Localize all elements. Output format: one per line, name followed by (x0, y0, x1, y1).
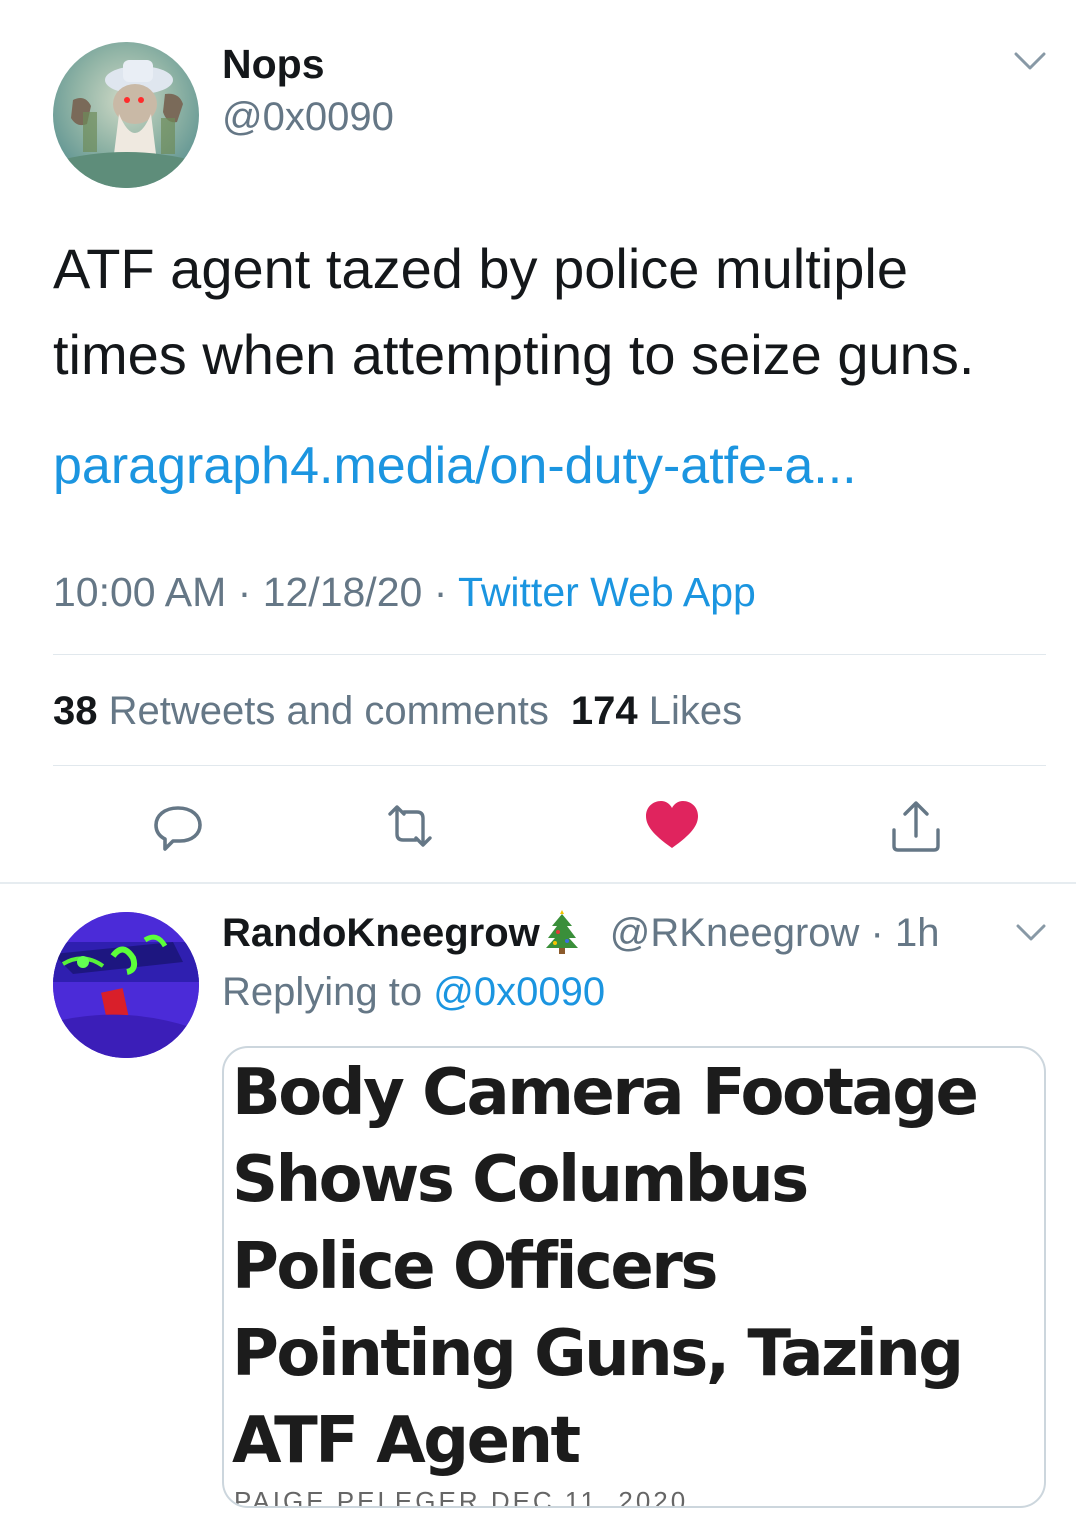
avatar-image (53, 60, 199, 188)
retweets-stat[interactable]: 38 Retweets and comments (53, 689, 549, 733)
tweet-text-line: ATF agent tazed by police multiple (53, 237, 908, 300)
meta-separator: · (237, 569, 252, 615)
reply-time: · 1h (870, 911, 940, 955)
retweet-icon[interactable] (380, 796, 440, 856)
christmas-tree-icon (542, 910, 582, 954)
author-name[interactable]: Nops (222, 40, 325, 88)
divider (53, 654, 1046, 655)
replying-to-mention[interactable]: @0x0090 (433, 970, 605, 1014)
avatar-image (53, 912, 199, 1058)
more-options-icon[interactable] (1010, 46, 1050, 76)
tweet-meta: 10:00 AM · 12/18/20 · Twitter Web App (53, 567, 756, 617)
headline-line: ATF Agent (232, 1404, 581, 1478)
headline-line: Police Officers (232, 1230, 718, 1304)
section-divider (0, 882, 1076, 884)
more-options-icon[interactable] (1012, 918, 1050, 946)
author-avatar[interactable] (53, 42, 199, 188)
headline-line: Body Camera Footage (232, 1056, 979, 1130)
reply-author-handle[interactable]: @RKneegrow (610, 911, 860, 955)
reply-author-avatar[interactable] (53, 912, 199, 1058)
tweet-text-line: times when attempting to seize guns. (53, 323, 975, 386)
like-icon[interactable] (642, 796, 702, 856)
likes-label: Likes (648, 689, 743, 733)
headline-line: Shows Columbus (232, 1143, 809, 1217)
media-headline: Body Camera Footage Shows Columbus Polic… (232, 1050, 1042, 1485)
likes-count: 174 (570, 689, 638, 733)
replying-to: Replying to @0x0090 (222, 966, 605, 1018)
tweet-time: 10:00 AM (53, 569, 227, 615)
reply-author-name[interactable]: RandoKneegrow (222, 911, 540, 955)
divider (53, 765, 1046, 766)
likes-stat[interactable]: 174 Likes (571, 689, 742, 733)
reply-icon[interactable] (148, 796, 208, 856)
tweet-date: 12/18/20 (262, 569, 423, 615)
meta-separator: · (433, 569, 448, 615)
retweets-label: Retweets and comments (108, 689, 549, 733)
engagement-stats: 38 Retweets and comments 174 Likes (53, 686, 742, 736)
tweet-text: ATF agent tazed by police multiple times… (53, 226, 1053, 398)
replying-to-label: Replying to (222, 970, 423, 1014)
reply-header: RandoKneegrow @RKneegrow · 1h (222, 905, 939, 961)
media-byline: PAIGE PELEGER DEC 11, 2020 (234, 1486, 689, 1508)
tweet-detail-page: Nops @0x0090 ATF agent tazed by police m… (0, 0, 1076, 1523)
tweet-source-link[interactable]: Twitter Web App (458, 569, 756, 615)
reply-media-image[interactable]: Body Camera Footage Shows Columbus Polic… (222, 1046, 1046, 1508)
share-icon[interactable] (886, 796, 946, 856)
tweet-link[interactable]: paragraph4.media/on-duty-atfe-a... (53, 434, 857, 498)
main-tweet: Nops @0x0090 ATF agent tazed by police m… (0, 0, 1076, 882)
retweets-count: 38 (53, 689, 98, 733)
headline-line: Pointing Guns, Tazing (232, 1317, 964, 1391)
author-handle[interactable]: @0x0090 (222, 93, 394, 141)
